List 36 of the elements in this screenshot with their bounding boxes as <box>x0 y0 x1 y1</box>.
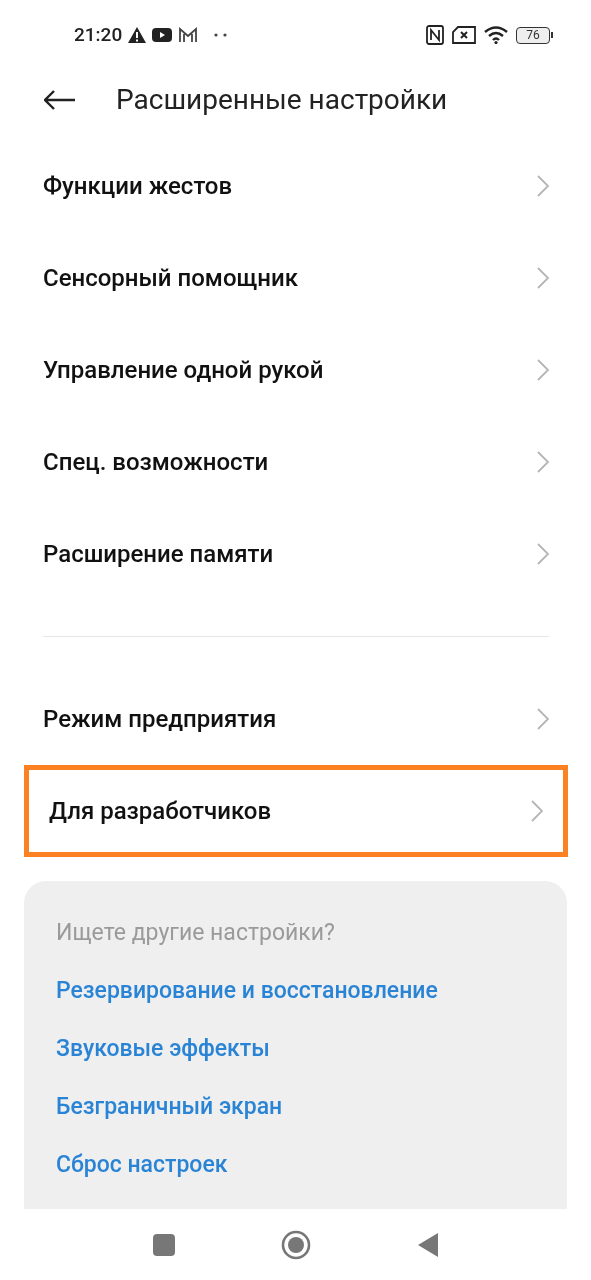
chevron-right-icon <box>537 175 549 197</box>
item-label: Спец. возможности <box>43 447 269 478</box>
chevron-right-icon <box>531 800 543 822</box>
item-label: Функции жестов <box>43 171 233 202</box>
nfc-icon <box>426 25 444 45</box>
settings-item[interactable]: Сенсорный помощник <box>23 232 569 324</box>
item-label: Режим предприятия <box>43 704 277 735</box>
chevron-right-icon <box>537 359 549 381</box>
settings-item[interactable]: Функции жестов <box>23 140 569 232</box>
sim-card-icon <box>452 26 476 44</box>
item-label: Для разработчиков <box>49 796 272 827</box>
chevron-right-icon <box>537 543 549 565</box>
settings-item[interactable]: Управление одной рукой <box>23 324 569 416</box>
chevron-right-icon <box>537 267 549 289</box>
back-icon[interactable] <box>416 1231 439 1258</box>
item-label: Расширение памяти <box>43 539 274 570</box>
chevron-right-icon <box>537 451 549 473</box>
warning-icon <box>128 27 147 43</box>
mail-icon <box>178 27 199 43</box>
battery-level: 76 <box>526 29 540 41</box>
recents-icon[interactable] <box>152 1233 175 1256</box>
settings-item[interactable]: Спец. возможности <box>23 416 569 508</box>
settings-item[interactable]: Для разработчиков <box>24 765 568 857</box>
item-label: Сенсорный помощник <box>43 263 298 294</box>
home-icon[interactable] <box>280 1229 311 1260</box>
wifi-icon <box>484 26 508 44</box>
suggestions-heading: Ищете другие настройки? <box>56 919 336 947</box>
more-icon <box>214 33 229 37</box>
back-arrow-icon[interactable] <box>44 90 76 110</box>
settings-item[interactable]: Расширение памяти <box>23 508 569 600</box>
status-time: 21:20 <box>74 21 123 48</box>
page-title: Расширенные настройки <box>116 82 448 118</box>
chevron-right-icon <box>537 708 549 730</box>
video-icon <box>152 28 173 42</box>
item-label: Управление одной рукой <box>43 355 324 386</box>
settings-item[interactable]: Режим предприятия <box>23 673 569 765</box>
